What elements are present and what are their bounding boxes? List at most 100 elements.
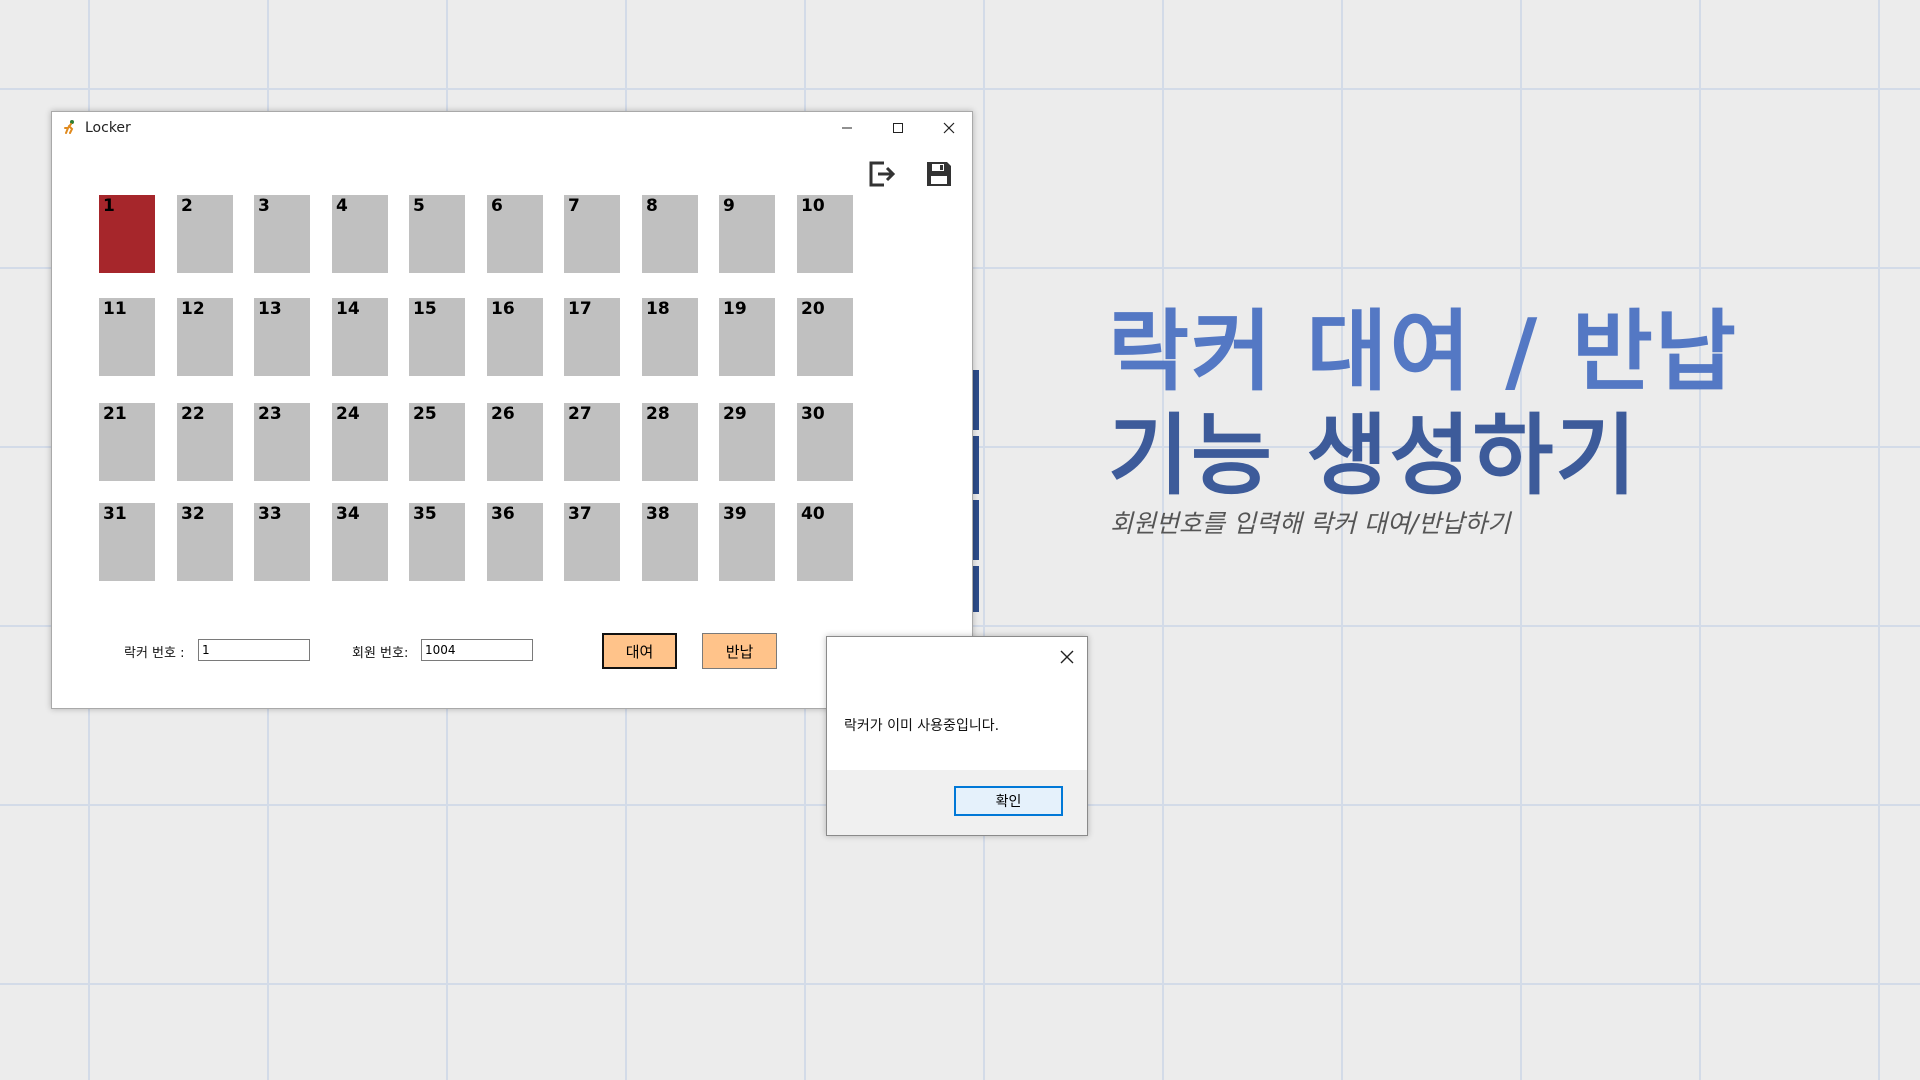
locker-19[interactable]: 19 [719, 298, 775, 376]
locker-37[interactable]: 37 [564, 503, 620, 581]
decorative-bar [973, 436, 979, 494]
locker-5[interactable]: 5 [409, 195, 465, 273]
locker-number: 20 [801, 299, 825, 319]
locker-number-label: 락커 번호 : [124, 646, 185, 661]
locker-31[interactable]: 31 [99, 503, 155, 581]
locker-20[interactable]: 20 [797, 298, 853, 376]
locker-30[interactable]: 30 [797, 403, 853, 481]
locker-number: 28 [646, 404, 670, 424]
locker-number: 1 [103, 196, 115, 216]
locker-number: 7 [568, 196, 580, 216]
headline-line-2: 기능 생성하기 [1108, 404, 1639, 507]
locker-25[interactable]: 25 [409, 403, 465, 481]
maximize-icon[interactable] [873, 112, 923, 144]
locker-number: 34 [336, 504, 360, 524]
locker-number: 36 [491, 504, 515, 524]
locker-number: 32 [181, 504, 205, 524]
locker-number: 25 [413, 404, 437, 424]
locker-number: 21 [103, 404, 127, 424]
rent-button[interactable]: 대여 [602, 633, 677, 669]
locker-13[interactable]: 13 [254, 298, 310, 376]
locker-34[interactable]: 34 [332, 503, 388, 581]
locker-number: 29 [723, 404, 747, 424]
decorative-bar [973, 566, 979, 612]
ok-button[interactable]: 확인 [954, 786, 1063, 816]
locker-6[interactable]: 6 [487, 195, 543, 273]
locker-10[interactable]: 10 [797, 195, 853, 273]
locker-window: Locker 1 2 3 4 5 6 7 8 9 10 11 12 13 14 15 16 17 18 19 20 21… [51, 111, 973, 709]
locker-number: 8 [646, 196, 658, 216]
locker-40[interactable]: 40 [797, 503, 853, 581]
locker-number: 33 [258, 504, 282, 524]
locker-7[interactable]: 7 [564, 195, 620, 273]
locker-15[interactable]: 15 [409, 298, 465, 376]
locker-number: 23 [258, 404, 282, 424]
locker-number: 4 [336, 196, 348, 216]
window-title: Locker [85, 120, 131, 136]
locker-number: 19 [723, 299, 747, 319]
locker-number: 35 [413, 504, 437, 524]
locker-number: 11 [103, 299, 127, 319]
locker-number: 31 [103, 504, 127, 524]
exit-icon[interactable] [864, 157, 898, 191]
locker-28[interactable]: 28 [642, 403, 698, 481]
return-button[interactable]: 반납 [702, 633, 777, 669]
locker-number: 17 [568, 299, 592, 319]
locker-number: 14 [336, 299, 360, 319]
locker-number: 24 [336, 404, 360, 424]
locker-27[interactable]: 27 [564, 403, 620, 481]
locker-23[interactable]: 23 [254, 403, 310, 481]
locker-number: 26 [491, 404, 515, 424]
close-icon[interactable] [1055, 645, 1079, 669]
locker-22[interactable]: 22 [177, 403, 233, 481]
locker-number: 2 [181, 196, 193, 216]
locker-38[interactable]: 38 [642, 503, 698, 581]
title-bar[interactable]: Locker [52, 112, 972, 144]
locker-14[interactable]: 14 [332, 298, 388, 376]
dialog-message: 락커가 이미 사용중입니다. [844, 718, 1000, 734]
locker-number: 16 [491, 299, 515, 319]
message-dialog: 락커가 이미 사용중입니다. 확인 [826, 636, 1088, 836]
close-icon[interactable] [924, 112, 974, 144]
locker-35[interactable]: 35 [409, 503, 465, 581]
locker-16[interactable]: 16 [487, 298, 543, 376]
locker-24[interactable]: 24 [332, 403, 388, 481]
member-number-input[interactable] [421, 639, 533, 661]
locker-21[interactable]: 21 [99, 403, 155, 481]
locker-number: 13 [258, 299, 282, 319]
locker-number: 37 [568, 504, 592, 524]
locker-1[interactable]: 1 [99, 195, 155, 273]
locker-18[interactable]: 18 [642, 298, 698, 376]
locker-number: 18 [646, 299, 670, 319]
locker-39[interactable]: 39 [719, 503, 775, 581]
locker-number: 27 [568, 404, 592, 424]
locker-number: 39 [723, 504, 747, 524]
locker-33[interactable]: 33 [254, 503, 310, 581]
decorative-bar [973, 500, 979, 560]
locker-number: 3 [258, 196, 270, 216]
save-icon[interactable] [922, 157, 956, 191]
member-number-label: 회원 번호: [352, 646, 409, 661]
locker-29[interactable]: 29 [719, 403, 775, 481]
locker-number: 40 [801, 504, 825, 524]
decorative-bar [973, 370, 979, 430]
locker-4[interactable]: 4 [332, 195, 388, 273]
locker-2[interactable]: 2 [177, 195, 233, 273]
locker-8[interactable]: 8 [642, 195, 698, 273]
locker-number-input[interactable] [198, 639, 310, 661]
locker-17[interactable]: 17 [564, 298, 620, 376]
locker-number: 38 [646, 504, 670, 524]
locker-11[interactable]: 11 [99, 298, 155, 376]
locker-26[interactable]: 26 [487, 403, 543, 481]
locker-32[interactable]: 32 [177, 503, 233, 581]
locker-number: 12 [181, 299, 205, 319]
locker-number: 15 [413, 299, 437, 319]
headline-line-1: 락커 대여 / 반납 [1108, 300, 1738, 403]
locker-12[interactable]: 12 [177, 298, 233, 376]
locker-3[interactable]: 3 [254, 195, 310, 273]
locker-36[interactable]: 36 [487, 503, 543, 581]
minimize-icon[interactable] [822, 112, 872, 144]
locker-9[interactable]: 9 [719, 195, 775, 273]
locker-number: 5 [413, 196, 425, 216]
locker-number: 22 [181, 404, 205, 424]
